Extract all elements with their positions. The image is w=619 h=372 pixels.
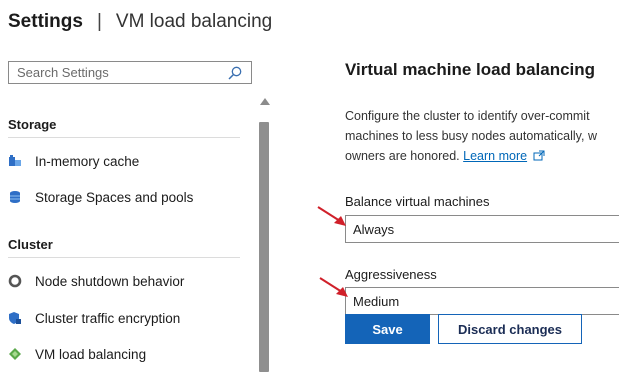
- discard-changes-button[interactable]: Discard changes: [438, 314, 582, 344]
- balance-vms-label: Balance virtual machines: [345, 194, 490, 209]
- description-line: owners are honored.: [345, 149, 460, 163]
- memory-cache-icon: [8, 154, 22, 168]
- header-separator: |: [96, 11, 102, 32]
- external-link-icon: [533, 150, 545, 161]
- aggressiveness-value: Medium: [353, 294, 400, 309]
- description-line: Configure the cluster to identify over-c…: [345, 109, 590, 123]
- scrollbar-thumb[interactable]: [259, 122, 269, 372]
- save-button[interactable]: Save: [345, 314, 430, 344]
- scroll-up-arrow[interactable]: [260, 98, 270, 105]
- search-icon[interactable]: [227, 65, 243, 81]
- section-storage-label: Storage: [8, 117, 57, 132]
- description-line: machines to less busy nodes automaticall…: [345, 129, 597, 143]
- sidebar-item-vm-load-balancing[interactable]: VM load balancing: [8, 342, 248, 366]
- load-balancing-icon: [8, 347, 22, 361]
- sidebar-item-storage-spaces[interactable]: Storage Spaces and pools: [8, 185, 248, 209]
- main-panel: Virtual machine load balancing Configure…: [345, 50, 619, 372]
- sidebar-item-label: In-memory cache: [35, 153, 140, 169]
- encryption-shield-icon: [8, 311, 22, 325]
- sidebar-item-label: Storage Spaces and pools: [35, 189, 194, 205]
- node-shutdown-icon: [8, 274, 22, 288]
- section-cluster-label: Cluster: [8, 237, 53, 252]
- learn-more-link[interactable]: Learn more: [463, 149, 527, 163]
- description: Configure the cluster to identify over-c…: [345, 106, 619, 166]
- storage-pools-icon: [8, 190, 22, 204]
- page-header: Settings | VM load balancing: [8, 8, 272, 36]
- sidebar-item-label: Node shutdown behavior: [35, 273, 185, 289]
- search-box[interactable]: [8, 61, 252, 84]
- page-subtitle: VM load balancing: [115, 11, 273, 32]
- sidebar-item-label: VM load balancing: [35, 346, 147, 362]
- settings-sidebar: Storage In-memory cache Storage Spaces a…: [0, 50, 275, 372]
- aggressiveness-dropdown[interactable]: Medium: [345, 287, 619, 315]
- sidebar-item-cluster-traffic-encryption[interactable]: Cluster traffic encryption: [8, 306, 248, 330]
- balance-vms-value: Always: [353, 222, 395, 237]
- section-title: Virtual machine load balancing: [345, 60, 596, 79]
- page-title: Settings: [8, 11, 83, 32]
- aggressiveness-label: Aggressiveness: [345, 267, 437, 282]
- balance-vms-dropdown[interactable]: Always: [345, 215, 619, 243]
- sidebar-scrollbar[interactable]: [258, 98, 272, 372]
- search-input[interactable]: [9, 62, 227, 83]
- annotation-arrow: [317, 206, 346, 226]
- description-line-last: owners are honored. Learn more: [345, 146, 619, 166]
- section-divider: [8, 257, 240, 258]
- section-divider: [8, 137, 240, 138]
- annotation-arrow: [319, 277, 348, 297]
- sidebar-item-label: Cluster traffic encryption: [35, 310, 181, 326]
- sidebar-item-in-memory-cache[interactable]: In-memory cache: [8, 149, 248, 173]
- sidebar-item-node-shutdown[interactable]: Node shutdown behavior: [8, 269, 248, 293]
